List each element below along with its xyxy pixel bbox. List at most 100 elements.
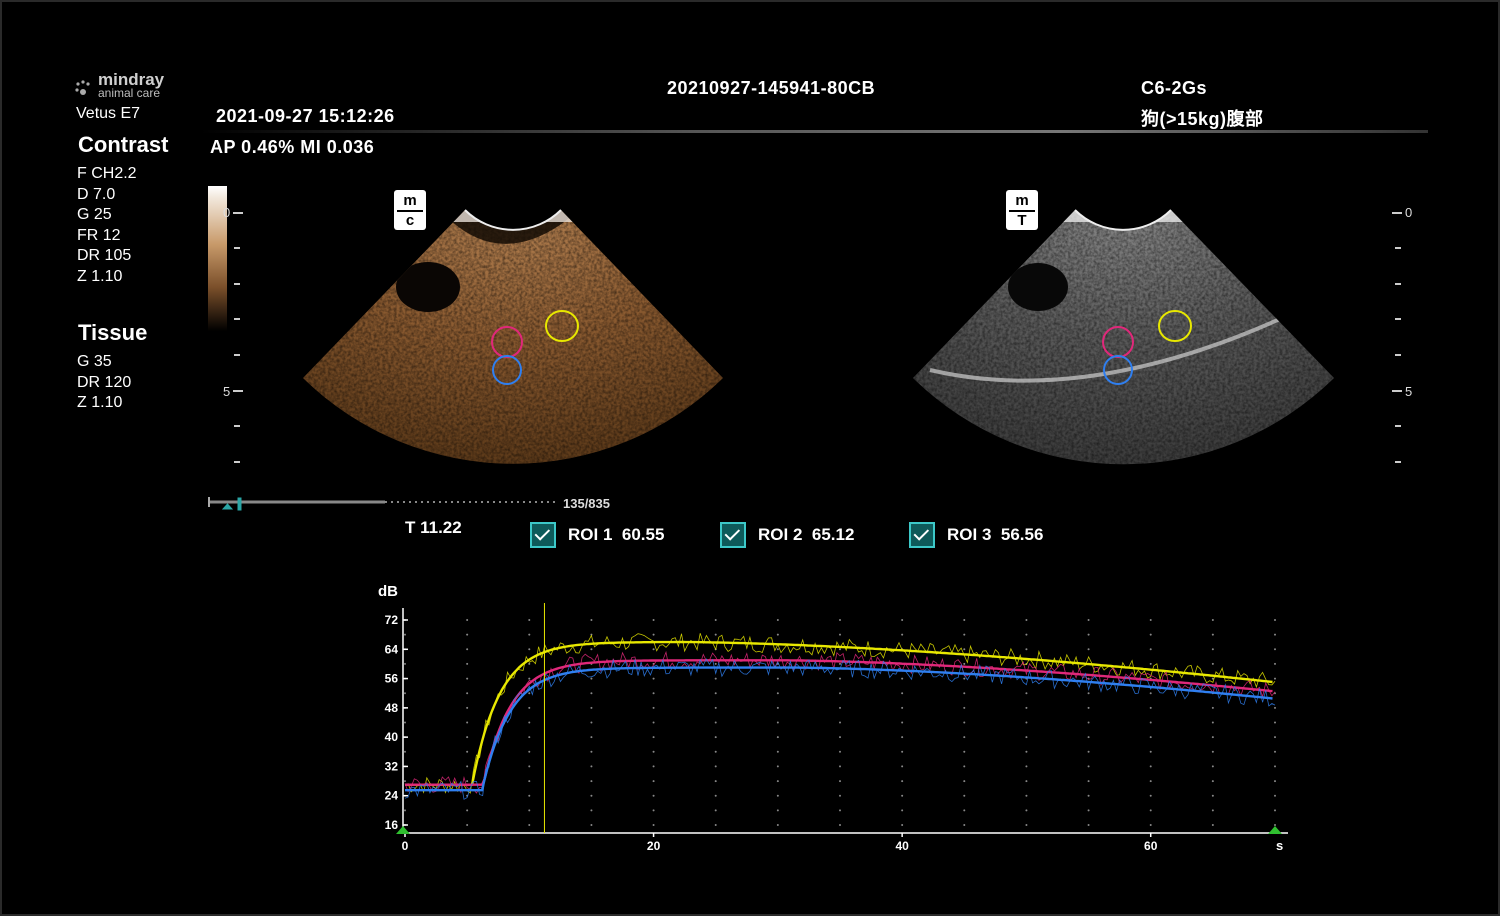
param-line: Z 1.10 <box>77 394 123 412</box>
grid-dot <box>528 692 531 695</box>
grid-dot <box>528 662 531 665</box>
cursor-time: T 11.22 <box>405 518 462 537</box>
grid-dot <box>1211 794 1214 797</box>
contrast-mode-badge: m c <box>394 190 426 230</box>
grid-dot <box>590 780 593 783</box>
contrast-section-title: Contrast <box>78 132 169 157</box>
grid-dot <box>652 648 655 651</box>
grid-dot <box>466 648 469 651</box>
grid-dot <box>776 824 779 826</box>
range-start-marker-icon[interactable] <box>396 826 410 834</box>
grid-dot <box>1211 736 1214 739</box>
depth-scale-right <box>1392 212 1402 463</box>
grid-dot <box>1025 824 1028 826</box>
grid-dot <box>652 780 655 783</box>
grid-dot <box>839 750 841 753</box>
roi-toggle-1[interactable]: ROI 1 60.55 <box>530 522 664 548</box>
grid-dot <box>1149 619 1152 621</box>
grid-dot <box>466 780 469 783</box>
grid-dot <box>901 765 904 768</box>
grid-dot <box>714 765 717 768</box>
grid-dot <box>1274 662 1276 665</box>
contrast-image[interactable] <box>300 180 730 470</box>
grid-dot <box>1025 780 1028 783</box>
grid-dot <box>839 721 841 724</box>
grid-dot <box>1149 794 1152 797</box>
grid-dot <box>1274 794 1276 797</box>
grid-dot <box>528 633 531 636</box>
x-tick-label: 40 <box>895 839 909 853</box>
grid-dot <box>528 706 531 709</box>
y-tick-label: 72 <box>385 613 399 627</box>
y-tick-label: 24 <box>385 789 399 803</box>
grid-dot <box>714 619 717 621</box>
grid-dot <box>901 692 904 695</box>
grid-dot <box>714 794 717 797</box>
grid-dot <box>839 692 841 695</box>
grid-dot <box>528 765 531 768</box>
grid-dot <box>1087 809 1090 812</box>
grid-dot <box>901 824 904 826</box>
y-tick-label: 32 <box>385 759 399 773</box>
y-axis-label: dB <box>378 583 398 600</box>
tic-chart[interactable]: dB 72 64 56 48 40 32 24 16 0 20 40 60 s <box>360 578 1300 858</box>
grid-dot <box>1274 809 1276 812</box>
grid-dot <box>963 619 966 621</box>
range-end-marker-icon[interactable] <box>1268 826 1282 834</box>
roi-3-checkbox[interactable] <box>909 522 935 548</box>
grid-dot <box>1025 721 1028 724</box>
grid-dot <box>404 633 406 636</box>
grid-dot <box>963 765 966 768</box>
roi-1-label: ROI 1 60.55 <box>568 525 665 544</box>
grid-dot <box>466 765 469 768</box>
tissue-mode-badge: m T <box>1006 190 1038 230</box>
cine-handle-icon[interactable] <box>221 497 242 511</box>
roi-1-checkbox[interactable] <box>530 522 556 548</box>
grid-dot <box>1087 706 1090 709</box>
grid-dot <box>404 692 406 695</box>
cine-frame-counter: 135/835 <box>563 496 610 511</box>
roi-2-checkbox[interactable] <box>720 522 746 548</box>
grid-dot <box>528 736 531 739</box>
grid-dot <box>1211 706 1214 709</box>
grid-dot <box>839 619 841 621</box>
grid-dot <box>652 750 655 753</box>
tissue-image[interactable] <box>910 180 1340 470</box>
grid-dot <box>963 662 966 665</box>
grid-dot <box>776 765 779 768</box>
grid-dot <box>963 736 966 739</box>
grid-dot <box>1087 794 1090 797</box>
grid-dot <box>1274 765 1276 768</box>
chart-grid <box>404 619 1276 826</box>
grid-dot <box>901 677 904 680</box>
roi-toggle-3[interactable]: ROI 3 56.56 <box>909 522 1043 548</box>
param-line: DR 120 <box>77 373 132 391</box>
grid-dot <box>528 648 531 651</box>
cine-slider[interactable] <box>205 492 565 516</box>
grid-dot <box>652 677 655 680</box>
fit-curve-roi-3[interactable] <box>405 666 1273 792</box>
roi-toggle-2[interactable]: ROI 2 65.12 <box>720 522 854 548</box>
grid-dot <box>1274 677 1276 680</box>
grid-dot <box>963 780 966 783</box>
grid-dot <box>963 809 966 812</box>
grid-dot <box>466 692 469 695</box>
grid-dot <box>901 750 904 753</box>
grid-dot <box>590 692 593 695</box>
grid-dot <box>1025 809 1028 812</box>
grid-dot <box>652 809 655 812</box>
ultrasound-images[interactable]: 0 5 0 5 <box>200 180 1430 480</box>
grid-dot <box>652 619 655 621</box>
grid-dot <box>528 750 531 753</box>
grid-dot <box>466 677 469 680</box>
grid-dot <box>1087 633 1090 636</box>
mindray-logo-icon <box>75 80 90 95</box>
grid-dot <box>901 619 904 621</box>
grid-dot <box>1025 736 1028 739</box>
exam-datetime: 2021-09-27 15:12:26 <box>216 106 395 126</box>
probe-name: C6-2Gs <box>1141 78 1208 98</box>
grid-dot <box>776 633 779 636</box>
grid-dot <box>1211 765 1214 768</box>
grid-dot <box>1211 648 1214 651</box>
grid-dot <box>1211 633 1214 636</box>
